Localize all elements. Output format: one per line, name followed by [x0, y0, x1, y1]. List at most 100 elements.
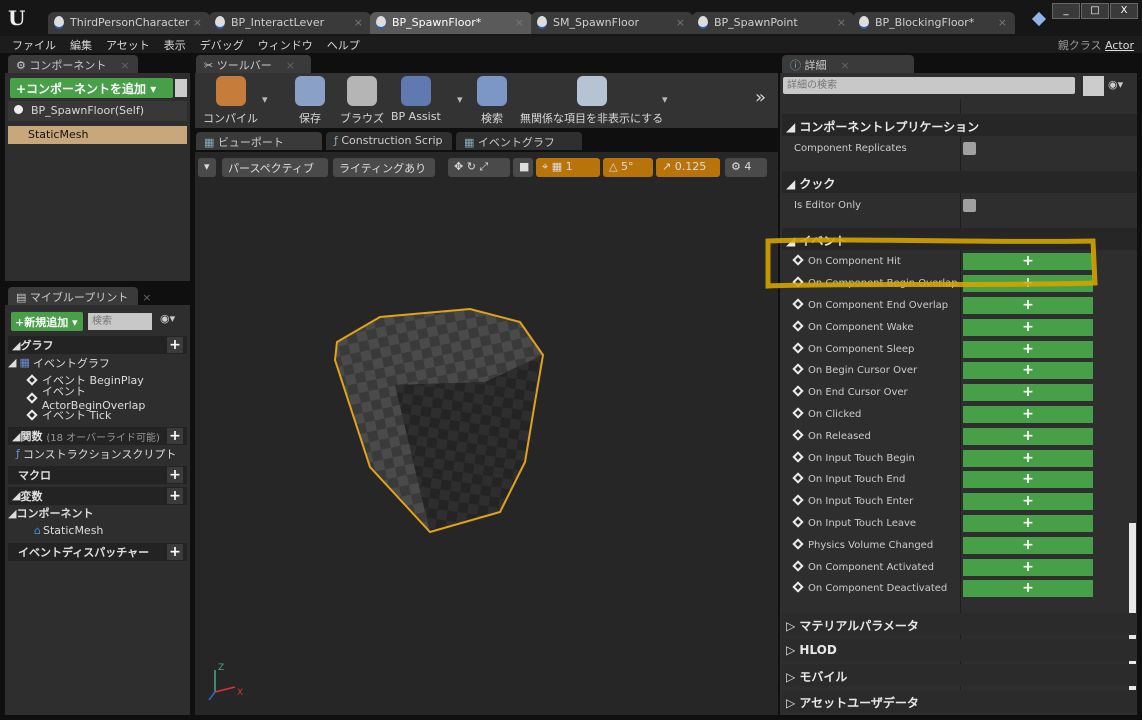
- variable-staticmesh[interactable]: ⌂ StaticMesh: [8, 522, 187, 540]
- document-tab[interactable]: SM_SpawnFloor ×: [531, 12, 693, 34]
- surface-snap-button[interactable]: ■: [513, 158, 533, 177]
- add-function-button[interactable]: +: [167, 428, 183, 444]
- property-matrix-button[interactable]: [1083, 76, 1104, 96]
- details-section[interactable]: ◢ クック: [782, 171, 1137, 193]
- add-macro-button[interactable]: +: [167, 466, 183, 483]
- section-graphs[interactable]: ◢ グラフ +: [8, 336, 187, 354]
- dropdown-arrow-icon[interactable]: ▾: [662, 93, 668, 106]
- details-section-collapsed[interactable]: ▷ アセットユーザデータ: [782, 689, 1137, 712]
- add-event-button[interactable]: +: [963, 253, 1093, 271]
- search-icon[interactable]: [175, 79, 187, 97]
- add-event-button[interactable]: +: [963, 275, 1093, 293]
- add-event-button[interactable]: +: [963, 536, 1093, 554]
- components-category[interactable]: ◢ コンポーネント: [8, 505, 187, 523]
- minimize-button[interactable]: _: [1052, 3, 1080, 19]
- construction-script-item[interactable]: ƒ コンストラクションスクリプト: [8, 445, 187, 463]
- parent-class-link[interactable]: Actor: [1105, 39, 1134, 52]
- tab-details[interactable]: ⓘ 詳細 ×: [782, 55, 914, 73]
- toolbar-button[interactable]: 保存: [295, 76, 325, 126]
- dropdown-arrow-icon[interactable]: ▾: [262, 93, 268, 106]
- section-functions[interactable]: ◢ 関数 (18 オーバーライド可能) +: [8, 427, 187, 445]
- toolbar-button[interactable]: 検索: [477, 76, 507, 126]
- details-search-input[interactable]: [783, 77, 1075, 94]
- add-event-button[interactable]: +: [963, 493, 1093, 511]
- tab-components[interactable]: ⚙ コンポーネント ×: [8, 55, 138, 73]
- close-icon[interactable]: ×: [142, 291, 151, 304]
- section-macros[interactable]: マクロ +: [8, 465, 187, 484]
- component-self[interactable]: BP_SpawnFloor(Self): [8, 101, 187, 121]
- add-component-button[interactable]: +コンポーネントを追加 ▾: [10, 78, 173, 98]
- menu-item[interactable]: ヘルプ: [327, 37, 360, 53]
- add-event-button[interactable]: +: [963, 340, 1093, 358]
- document-tab[interactable]: BP_SpawnFloor* ×: [370, 12, 532, 34]
- close-icon[interactable]: ×: [354, 16, 363, 29]
- details-section-events[interactable]: ◢ イベント: [782, 228, 1137, 250]
- document-tab[interactable]: BP_SpawnPoint ×: [692, 12, 854, 34]
- add-event-button[interactable]: +: [963, 449, 1093, 467]
- add-event-button[interactable]: +: [963, 318, 1093, 336]
- tab-toolbar[interactable]: ✂ ツールバー ×: [196, 55, 311, 73]
- section-dispatchers[interactable]: イベントディスパッチャー +: [8, 542, 187, 561]
- perspective-button[interactable]: パースペクティブ: [222, 158, 328, 177]
- document-tab[interactable]: BP_BlockingFloor* ×: [853, 12, 1015, 34]
- menu-item[interactable]: 編集: [70, 37, 92, 53]
- add-event-button[interactable]: +: [963, 405, 1093, 423]
- search-input[interactable]: [88, 313, 152, 330]
- event-item[interactable]: イベント ActorBeginOverlap: [8, 385, 187, 412]
- details-section-collapsed[interactable]: ▷ マテリアルパラメータ: [782, 613, 1137, 635]
- document-tab[interactable]: ThirdPersonCharacter ×: [48, 12, 210, 34]
- add-dispatcher-button[interactable]: +: [167, 543, 183, 560]
- eye-icon[interactable]: ◉▾: [160, 312, 175, 325]
- toolbar-button[interactable]: ブラウズ: [340, 76, 384, 126]
- dropdown-arrow-icon[interactable]: ▾: [457, 93, 463, 106]
- close-icon[interactable]: ×: [837, 16, 846, 29]
- close-icon[interactable]: ×: [120, 59, 129, 72]
- toolbar-button[interactable]: コンパイル: [203, 76, 258, 126]
- property-checkbox[interactable]: [963, 142, 976, 156]
- menu-item[interactable]: ウィンドウ: [258, 37, 313, 53]
- component-staticmesh[interactable]: StaticMesh: [8, 126, 187, 144]
- maximize-button[interactable]: □: [1081, 3, 1109, 19]
- menu-item[interactable]: デバッグ: [200, 37, 244, 53]
- unreal-logo[interactable]: U: [8, 6, 25, 30]
- expand-toolbar-icon[interactable]: »: [755, 87, 766, 108]
- close-icon[interactable]: ×: [998, 16, 1007, 29]
- add-event-button[interactable]: +: [963, 514, 1093, 532]
- viewport[interactable]: XZ: [195, 152, 778, 715]
- tab-my-blueprint[interactable]: ▤ マイブループリント ×: [8, 287, 151, 305]
- add-event-button[interactable]: +: [963, 296, 1093, 314]
- add-event-button[interactable]: +: [963, 384, 1093, 402]
- property-checkbox[interactable]: [963, 199, 976, 213]
- lighting-button[interactable]: ライティングあり: [333, 158, 435, 177]
- toolbar-button[interactable]: BP Assist: [391, 76, 441, 123]
- editor-tab[interactable]: ▦ ビューポート: [196, 132, 322, 150]
- document-tab[interactable]: BP_InteractLever ×: [209, 12, 371, 34]
- transform-tools[interactable]: ✥ ↻ ⤢: [448, 158, 510, 177]
- rotation-snap-button[interactable]: △ 5°: [603, 158, 653, 177]
- scale-snap-button[interactable]: ↗ 0.125: [656, 158, 720, 177]
- add-new-button[interactable]: +新規追加 ▾: [11, 312, 83, 331]
- static-mesh-preview[interactable]: [333, 307, 545, 534]
- add-event-button[interactable]: +: [963, 558, 1093, 576]
- section-variables[interactable]: ◢ 変数 +: [8, 486, 187, 505]
- menu-item[interactable]: 表示: [164, 37, 186, 53]
- camera-speed-button[interactable]: ⚙ 4: [725, 158, 767, 177]
- event-graph-item[interactable]: ◢ ▦ イベントグラフ: [8, 354, 187, 372]
- close-icon[interactable]: ×: [841, 59, 850, 72]
- close-button[interactable]: X: [1110, 3, 1138, 19]
- menu-item[interactable]: ファイル: [12, 37, 56, 53]
- add-variable-button[interactable]: +: [167, 487, 183, 504]
- add-graph-button[interactable]: +: [167, 337, 183, 353]
- close-icon[interactable]: ×: [676, 16, 685, 29]
- add-event-button[interactable]: +: [963, 427, 1093, 445]
- toolbar-button[interactable]: 無関係な項目を非表示にする: [520, 76, 663, 126]
- eye-icon[interactable]: ◉▾: [1108, 78, 1123, 91]
- add-event-button[interactable]: +: [963, 471, 1093, 489]
- grid-snap-button[interactable]: ⌖ ▦ 1: [536, 158, 600, 177]
- details-section-collapsed[interactable]: ▷ HLOD: [782, 638, 1137, 661]
- details-section[interactable]: ◢ コンポーネントレプリケーション: [782, 114, 1137, 136]
- close-icon[interactable]: ×: [286, 59, 295, 72]
- close-icon[interactable]: ×: [193, 16, 202, 29]
- viewport-options-button[interactable]: ▾: [198, 158, 216, 177]
- details-section-collapsed[interactable]: ▷ モバイル: [782, 664, 1137, 686]
